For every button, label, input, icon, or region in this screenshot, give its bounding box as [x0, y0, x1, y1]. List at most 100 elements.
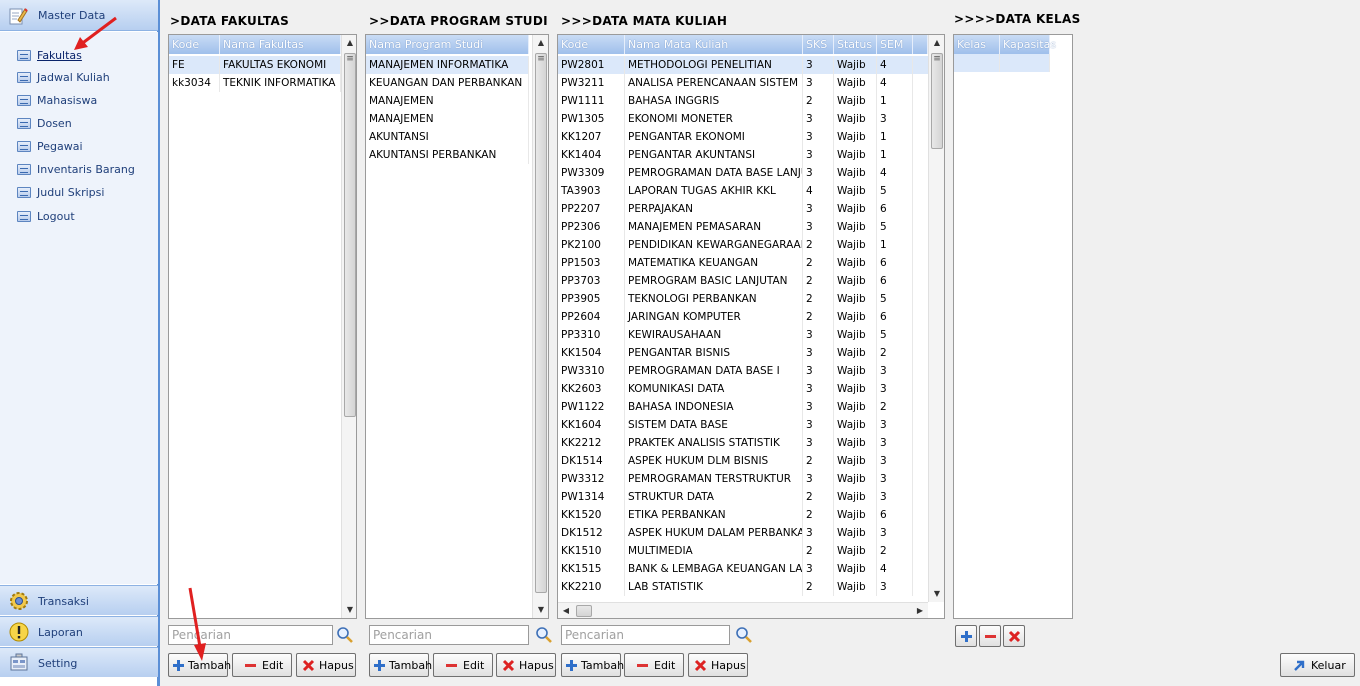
table-row[interactable]: KK1520 ETIKA PERBANKAN 2 Wajib 6 — [558, 506, 928, 524]
table-row[interactable] — [954, 54, 1050, 72]
col-sks[interactable]: SKS — [803, 35, 834, 54]
table-row[interactable]: KK1515BANK & LEMBAGA KEUANGAN LAINNYA3Wa… — [558, 560, 928, 578]
fakultas-add-button[interactable]: Tambah — [168, 653, 231, 677]
table-row[interactable]: KK1604 SISTEM DATA BASE 3 Wajib 3 — [558, 416, 928, 434]
table-row[interactable]: PW1111 BAHASA INGGRIS 2 Wajib 1 — [558, 92, 928, 110]
nav-inventaris-barang[interactable]: Inventaris Barang — [17, 161, 155, 179]
table-row[interactable]: PP2306 MANAJEMEN PEMASARAN 3 Wajib 5 — [558, 218, 928, 236]
table-row[interactable]: PP2604 JARINGAN KOMPUTER 2 Wajib 6 — [558, 308, 928, 326]
table-row[interactable]: KK2210 LAB STATISTIK 2 Wajib 3 — [558, 578, 928, 596]
table-row[interactable]: PP3703 PEMROGRAM BASIC LANJUTAN 2 Wajib 6 — [558, 272, 928, 290]
table-row[interactable]: KK2212 PRAKTEK ANALISIS STATISTIK 3 Wajib 3 — [558, 434, 928, 452]
nav-pegawai[interactable]: Pegawai — [17, 138, 155, 156]
prodi-scrollbar[interactable]: ▲ ▼ — [532, 35, 548, 618]
prodi-add-button[interactable]: Tambah — [369, 653, 432, 677]
table-row[interactable]: PP2207 PERPAJAKAN 3 Wajib 6 — [558, 200, 928, 218]
matkul-add-button[interactable]: Tambah — [561, 653, 624, 677]
table-row[interactable]: AKUNTANSI PERBANKAN — [366, 146, 529, 164]
nav-judul-skripsi[interactable]: Judul Skripsi — [17, 184, 155, 202]
table-row[interactable]: DK1512 ASPEK HUKUM DALAM PERBANKAN 3 Wajib 3 — [558, 524, 928, 542]
scroll-up-icon[interactable]: ▲ — [533, 35, 548, 51]
kelas-remove-button[interactable] — [979, 625, 1001, 647]
table-row[interactable]: KK2603 KOMUNIKASI DATA 3 Wajib 3 — [558, 380, 928, 398]
matkul-edit-button[interactable]: Edit — [624, 653, 684, 677]
table-row[interactable]: AKUNTANSI — [366, 128, 529, 146]
fakultas-edit-button[interactable]: Edit — [232, 653, 292, 677]
fakultas-delete-button[interactable]: Hapus — [296, 653, 356, 677]
nav-logout[interactable]: Logout — [17, 208, 155, 226]
table-row[interactable]: PW3312 PEMROGRAMAN TERSTRUKTUR 3 Wajib 3 — [558, 470, 928, 488]
prodi-delete-button[interactable]: Hapus — [496, 653, 556, 677]
matkul-scrollbar[interactable]: ▲ ▼ — [928, 35, 944, 602]
table-row[interactable]: PK2100 PENDIDIKAN KEWARGANEGARAAN 2 Wajib 1 — [558, 236, 928, 254]
matkul-delete-button[interactable]: Hapus — [688, 653, 748, 677]
scroll-up-icon[interactable]: ▲ — [929, 35, 944, 51]
cell-sem: 2 — [877, 344, 913, 362]
table-row[interactable]: MANAJEMEN — [366, 110, 529, 128]
scroll-thumb[interactable] — [535, 53, 547, 593]
nav-dosen[interactable]: Dosen — [17, 115, 155, 133]
search-icon[interactable] — [535, 626, 553, 644]
nav-fakultas[interactable]: Fakultas — [17, 47, 155, 65]
kelas-add-button[interactable] — [955, 625, 977, 647]
scroll-down-icon[interactable]: ▼ — [929, 586, 944, 602]
table-row[interactable]: FE FAKULTAS EKONOMI — [169, 56, 341, 74]
kelas-delete-button[interactable] — [1003, 625, 1025, 647]
table-row[interactable]: MANAJEMEN — [366, 92, 529, 110]
table-row[interactable]: PP3310 KEWIRAUSAHAAN 3 Wajib 5 — [558, 326, 928, 344]
table-row[interactable]: KK1207 PENGANTAR EKONOMI 3 Wajib 1 — [558, 128, 928, 146]
table-row[interactable]: PP3905 TEKNOLOGI PERBANKAN 2 Wajib 5 — [558, 290, 928, 308]
cell-nama: METHODOLOGI PENELITIAN — [625, 56, 803, 74]
matkul-hscrollbar[interactable]: ◀ ▶ — [558, 602, 928, 618]
col-kode[interactable]: Kode — [558, 35, 625, 54]
table-row[interactable]: PW1305 EKONOMI MONETER 3 Wajib 3 — [558, 110, 928, 128]
table-row[interactable]: PW2801 METHODOLOGI PENELITIAN 3 Wajib 4 — [558, 56, 928, 74]
scroll-down-icon[interactable]: ▼ — [533, 602, 548, 618]
scroll-down-icon[interactable]: ▼ — [342, 602, 356, 618]
col-nama-program-studi[interactable]: Nama Program Studi — [366, 35, 529, 54]
table-row[interactable]: PW1314 STRUKTUR DATA 2 Wajib 3 — [558, 488, 928, 506]
master-data-header[interactable]: Master Data — [0, 0, 158, 31]
table-row[interactable]: KEUANGAN DAN PERBANKAN — [366, 74, 529, 92]
scroll-thumb[interactable] — [931, 53, 943, 149]
laporan-group[interactable]: Laporan — [0, 616, 158, 646]
col-sem[interactable]: SEM — [877, 35, 913, 54]
col-status[interactable]: Status — [834, 35, 877, 54]
table-row[interactable]: PW3310 PEMROGRAMAN DATA BASE I 3 Wajib 3 — [558, 362, 928, 380]
fakultas-search-input[interactable] — [168, 625, 333, 645]
table-row[interactable]: PW1122 BAHASA INDONESIA 3 Wajib 2 — [558, 398, 928, 416]
nav-mahasiswa[interactable]: Mahasiswa — [17, 92, 155, 110]
cell-sem: 3 — [877, 380, 913, 398]
col-kelas[interactable]: Kelas — [954, 35, 1000, 54]
scroll-right-icon[interactable]: ▶ — [912, 603, 928, 618]
prodi-edit-button[interactable]: Edit — [433, 653, 493, 677]
col-kapasitas[interactable]: Kapasitas — [1000, 35, 1056, 54]
table-row[interactable]: KK1504 PENGANTAR BISNIS 3 Wajib 2 — [558, 344, 928, 362]
col-nama-mata-kuliah[interactable]: Nama Mata Kuliah — [625, 35, 803, 54]
table-row[interactable]: PP1503 MATEMATIKA KEUANGAN 2 Wajib 6 — [558, 254, 928, 272]
search-icon[interactable] — [735, 626, 753, 644]
col-nama-fakultas[interactable]: Nama Fakultas — [220, 35, 341, 54]
cell-status: Wajib — [834, 290, 877, 308]
table-row[interactable]: DK1514 ASPEK HUKUM DLM BISNIS 2 Wajib 3 — [558, 452, 928, 470]
transaksi-group[interactable]: Transaksi — [0, 585, 158, 615]
table-row[interactable]: kk3034 TEKNIK INFORMATIKA — [169, 74, 341, 92]
fakultas-scrollbar[interactable]: ▲ ▼ — [341, 35, 356, 618]
table-row[interactable]: KK1404 PENGANTAR AKUNTANSI 3 Wajib 1 — [558, 146, 928, 164]
col-kode[interactable]: Kode — [169, 35, 220, 54]
setting-group[interactable]: Setting — [0, 647, 158, 677]
nav-jadwal-kuliah[interactable]: Jadwal Kuliah — [17, 69, 155, 87]
search-icon[interactable] — [336, 626, 354, 644]
scroll-left-icon[interactable]: ◀ — [558, 603, 574, 618]
prodi-search-input[interactable] — [369, 625, 529, 645]
scroll-thumb[interactable] — [344, 53, 356, 417]
table-row[interactable]: PW3211 ANALISA PERENCANAAN SISTEM 3 Wajib 4 — [558, 74, 928, 92]
table-row[interactable]: KK1510 MULTIMEDIA 2 Wajib 2 — [558, 542, 928, 560]
hscroll-thumb[interactable] — [576, 605, 592, 617]
table-row[interactable]: MANAJEMEN INFORMATIKA — [366, 56, 529, 74]
table-row[interactable]: TA3903 LAPORAN TUGAS AKHIR KKL 4 Wajib 5 — [558, 182, 928, 200]
exit-button[interactable]: Keluar — [1280, 653, 1355, 677]
table-row[interactable]: PW3309PEMROGRAMAN DATA BASE LANJUTAN3Waj… — [558, 164, 928, 182]
scroll-up-icon[interactable]: ▲ — [342, 35, 356, 51]
matkul-search-input[interactable] — [561, 625, 730, 645]
